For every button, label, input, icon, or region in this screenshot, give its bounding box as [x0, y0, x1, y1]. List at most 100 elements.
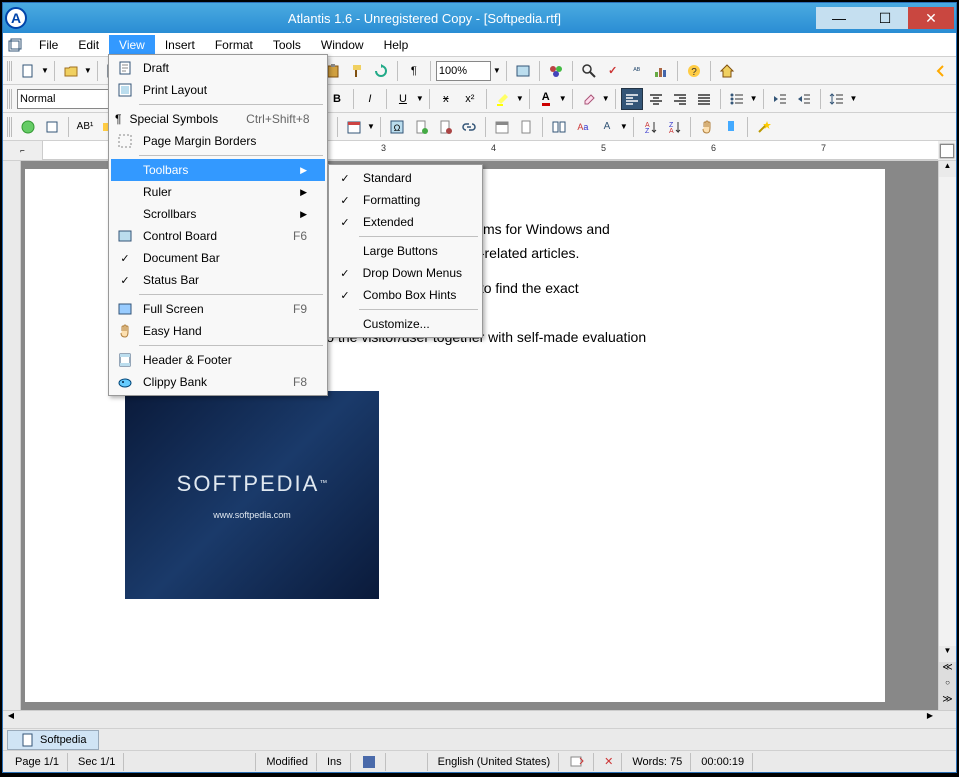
menu-tools[interactable]: Tools	[263, 35, 311, 55]
status-insert-mode[interactable]: Ins	[319, 753, 351, 771]
menu-format[interactable]: Format	[205, 35, 263, 55]
scroll-down-button[interactable]: ▼	[939, 646, 956, 662]
menu-page-margin-borders[interactable]: Page Margin Borders	[111, 130, 325, 152]
color-button[interactable]	[545, 60, 567, 82]
maximize-button[interactable]: ☐	[862, 7, 908, 29]
strike-button[interactable]: x	[435, 88, 457, 110]
erase-format-button[interactable]	[578, 88, 600, 110]
new-button[interactable]	[17, 60, 39, 82]
submenu-standard[interactable]: Standard	[331, 167, 480, 189]
menu-file[interactable]: File	[29, 35, 68, 55]
case-button[interactable]: Aa	[572, 116, 594, 138]
ext-btn-1[interactable]	[17, 116, 39, 138]
ext-btn-3[interactable]: AB¹	[74, 116, 96, 138]
line-spacing-button[interactable]	[826, 88, 848, 110]
vertical-scrollbar[interactable]: ▲ ▼ ≪ ○ ≫	[938, 161, 956, 710]
menu-window[interactable]: Window	[311, 35, 374, 55]
zoom-combo[interactable]	[436, 61, 491, 81]
status-words[interactable]: Words: 75	[624, 753, 691, 771]
insert-symbol-button[interactable]: Ω	[386, 116, 408, 138]
menu-print-layout[interactable]: Print Layout	[111, 79, 325, 101]
repeat-button[interactable]	[370, 60, 392, 82]
columns-button[interactable]	[548, 116, 570, 138]
sort-asc-button[interactable]: AZ	[639, 116, 661, 138]
format-painter-button[interactable]	[346, 60, 368, 82]
menu-toolbars[interactable]: Toolbars ▶	[111, 159, 325, 181]
scroll-right-button[interactable]: ▶	[922, 711, 938, 728]
minimize-button[interactable]: —	[816, 7, 862, 29]
submenu-large-buttons[interactable]: Large Buttons	[331, 240, 480, 262]
superscript-button[interactable]: x²	[459, 88, 481, 110]
menu-header-footer[interactable]: Header & Footer	[111, 349, 325, 371]
submenu-drop-down-menus[interactable]: Drop Down Menus	[331, 262, 480, 284]
ext-btn-cal[interactable]	[491, 116, 513, 138]
open-button[interactable]	[60, 60, 82, 82]
indent-increase-button[interactable]	[793, 88, 815, 110]
find-button[interactable]	[578, 60, 600, 82]
next-page-button[interactable]: ≫	[939, 694, 956, 710]
submenu-extended[interactable]: Extended	[331, 211, 480, 233]
font-color-button[interactable]: A	[535, 88, 557, 110]
menu-insert[interactable]: Insert	[155, 35, 205, 55]
menu-ruler[interactable]: Ruler ▶	[111, 181, 325, 203]
menu-help[interactable]: Help	[374, 35, 419, 55]
prev-page-button[interactable]: ≪	[939, 662, 956, 678]
menu-easy-hand[interactable]: Easy Hand	[111, 320, 325, 342]
bookmark-nav-button[interactable]	[720, 116, 742, 138]
submenu-formatting[interactable]: Formatting	[331, 189, 480, 211]
underline-button[interactable]: U	[392, 88, 414, 110]
menu-scrollbars[interactable]: Scrollbars ▶	[111, 203, 325, 225]
align-right-button[interactable]	[669, 88, 691, 110]
toolbar-grip-icon[interactable]	[7, 117, 13, 137]
spell-check-button[interactable]: ✓	[602, 60, 624, 82]
control-board-button[interactable]	[512, 60, 534, 82]
menu-full-screen[interactable]: Full Screen F9	[111, 298, 325, 320]
align-justify-button[interactable]	[693, 88, 715, 110]
indent-decrease-button[interactable]	[769, 88, 791, 110]
italic-button[interactable]: I	[359, 88, 381, 110]
status-language[interactable]: English (United States)	[430, 753, 560, 771]
status-spell-icon[interactable]	[561, 753, 594, 771]
home-button[interactable]	[716, 60, 738, 82]
scroll-left-button[interactable]: ◀	[3, 711, 19, 728]
vertical-ruler[interactable]	[3, 161, 21, 710]
toolbar-grip-icon[interactable]	[7, 61, 13, 81]
stats-button[interactable]	[650, 60, 672, 82]
menu-document-bar[interactable]: Document Bar	[111, 247, 325, 269]
insert-hyperlink-button[interactable]	[458, 116, 480, 138]
doc-restore-icon[interactable]	[7, 37, 23, 53]
status-save-icon[interactable]	[353, 753, 386, 771]
spellcheck-abc-button[interactable]: ᴬᴮ	[626, 60, 648, 82]
toolbar-overflow-button[interactable]	[930, 60, 952, 82]
scroll-up-button[interactable]: ▲	[939, 161, 956, 177]
insert-date-button[interactable]	[343, 116, 365, 138]
easy-hand-button[interactable]	[696, 116, 718, 138]
document-tab[interactable]: Softpedia	[7, 730, 99, 750]
ext-btn-doc[interactable]	[515, 116, 537, 138]
browse-object-button[interactable]: ○	[939, 678, 956, 694]
align-left-button[interactable]	[621, 88, 643, 110]
sort-desc-button[interactable]: ZA	[663, 116, 685, 138]
menu-special-symbols[interactable]: ¶ Special Symbols Ctrl+Shift+8	[111, 108, 325, 130]
ext-btn-2[interactable]	[41, 116, 63, 138]
status-check-icon[interactable]: ✕	[596, 753, 622, 771]
submenu-customize[interactable]: Customize...	[331, 313, 480, 335]
insert-bookmark-button[interactable]	[434, 116, 456, 138]
bold-button[interactable]: B	[326, 88, 348, 110]
help-button[interactable]: ?	[683, 60, 705, 82]
submenu-combo-box-hints[interactable]: Combo Box Hints	[331, 284, 480, 306]
bullets-button[interactable]	[726, 88, 748, 110]
insert-field-button[interactable]	[410, 116, 432, 138]
menu-draft[interactable]: Draft	[111, 57, 325, 79]
highlight-button[interactable]	[492, 88, 514, 110]
uppercase-button[interactable]: A	[596, 116, 618, 138]
close-button[interactable]: ✕	[908, 7, 954, 29]
paragraph-marks-button[interactable]: ¶	[403, 60, 425, 82]
horizontal-scrollbar[interactable]: ◀ ▶	[3, 710, 956, 728]
toolbar-grip-icon[interactable]	[7, 89, 13, 109]
menu-status-bar[interactable]: Status Bar	[111, 269, 325, 291]
menu-clippy-bank[interactable]: Clippy Bank F8	[111, 371, 325, 393]
menu-edit[interactable]: Edit	[68, 35, 109, 55]
menu-control-board[interactable]: Control Board F6	[111, 225, 325, 247]
menu-view[interactable]: View	[109, 35, 155, 55]
